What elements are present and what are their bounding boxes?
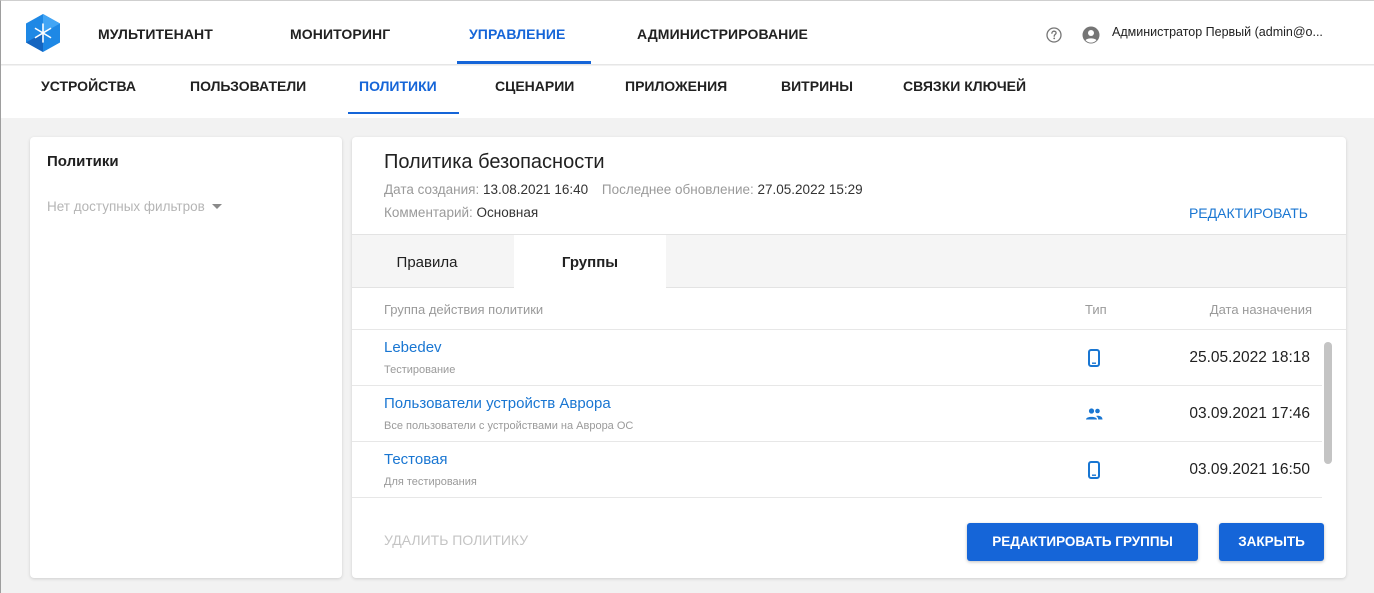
- caret-down-icon: [211, 204, 222, 209]
- comment-value: Основная: [476, 205, 539, 220]
- updated-label: Последнее обновление:: [601, 182, 754, 197]
- subnav-active-indicator: [348, 112, 459, 114]
- filter-panel-title: Политики: [47, 153, 119, 170]
- policy-comment: Комментарий: Основная: [384, 205, 538, 220]
- column-header-assigned-date: Дата назначения: [1209, 302, 1312, 317]
- account-circle-icon[interactable]: [1082, 26, 1100, 44]
- subnav-scenarios[interactable]: СЦЕНАРИИ: [495, 66, 574, 114]
- group-description: Тестирование: [384, 364, 456, 376]
- updated-value: 27.05.2022 15:29: [757, 182, 863, 197]
- policy-details-card: Политика безопасности Дата создания: 13.…: [352, 137, 1346, 578]
- created-label: Дата создания:: [384, 182, 480, 197]
- users-group-icon: [1086, 408, 1103, 420]
- subnav-applications[interactable]: ПРИЛОЖЕНИЯ: [625, 66, 727, 114]
- subnav-devices[interactable]: УСТРОЙСТВА: [41, 66, 136, 114]
- phone-icon: [1088, 461, 1100, 479]
- group-name-link[interactable]: Пользователи устройств Аврора: [384, 395, 611, 412]
- tab-rules[interactable]: Правила: [352, 235, 502, 288]
- group-name-link[interactable]: Lebedev: [384, 339, 442, 356]
- delete-policy-button[interactable]: УДАЛИТЬ ПОЛИТИКУ: [384, 532, 528, 548]
- top-bar: МУЛЬТИТЕНАНТ МОНИТОРИНГ УПРАВЛЕНИЕ АДМИН…: [1, 1, 1374, 65]
- policy-tabs: Правила Группы: [352, 234, 1346, 288]
- topnav-active-indicator: [457, 61, 591, 64]
- assigned-date: 25.05.2022 18:18: [1189, 349, 1310, 366]
- table-row[interactable]: Lebedev Тестирование 25.05.2022 18:18: [352, 331, 1322, 386]
- edit-groups-button[interactable]: РЕДАКТИРОВАТЬ ГРУППЫ: [967, 523, 1198, 561]
- assigned-date: 03.09.2021 17:46: [1189, 405, 1310, 422]
- subnav-policies[interactable]: ПОЛИТИКИ: [359, 66, 437, 114]
- subnav-users[interactable]: ПОЛЬЗОВАТЕЛИ: [190, 66, 306, 114]
- policy-dates: Дата создания: 13.08.2021 16:40 Последне…: [384, 182, 863, 197]
- table-row[interactable]: Пользователи устройств Аврора Все пользо…: [352, 387, 1322, 442]
- topnav-multitenant[interactable]: МУЛЬТИТЕНАНТ: [98, 1, 213, 65]
- groups-table-header: Группа действия политики Тип Дата назнач…: [352, 288, 1346, 330]
- group-description: Для тестирования: [384, 476, 477, 488]
- subnav-showcases[interactable]: ВИТРИНЫ: [781, 66, 853, 114]
- edit-policy-button[interactable]: РЕДАКТИРОВАТЬ: [1189, 205, 1308, 221]
- subnav-keychains[interactable]: СВЯЗКИ КЛЮЧЕЙ: [903, 66, 1026, 114]
- table-row[interactable]: Тестовая Для тестирования 03.09.2021 16:…: [352, 443, 1322, 498]
- comment-label: Комментарий:: [384, 205, 473, 220]
- table-scrollbar-thumb[interactable]: [1324, 342, 1332, 464]
- help-icon[interactable]: [1046, 27, 1062, 43]
- sub-navigation: УСТРОЙСТВА ПОЛЬЗОВАТЕЛИ ПОЛИТИКИ СЦЕНАРИ…: [1, 66, 1374, 118]
- phone-icon: [1088, 349, 1100, 367]
- tab-groups[interactable]: Группы: [514, 235, 666, 288]
- group-description: Все пользователи с устройствами на Аврор…: [384, 420, 634, 432]
- column-header-group: Группа действия политики: [384, 302, 544, 317]
- assigned-date: 03.09.2021 16:50: [1189, 461, 1310, 478]
- policies-filter-panel: Политики Нет доступных фильтров: [30, 137, 342, 578]
- filter-select[interactable]: Нет доступных фильтров: [47, 199, 222, 214]
- created-value: 13.08.2021 16:40: [483, 182, 589, 197]
- topnav-administration[interactable]: АДМИНИСТРИРОВАНИЕ: [637, 1, 808, 65]
- user-name[interactable]: Администратор Первый (admin@o...: [1112, 25, 1323, 39]
- column-header-type: Тип: [1085, 302, 1107, 317]
- close-button[interactable]: ЗАКРЫТЬ: [1219, 523, 1324, 561]
- topnav-monitoring[interactable]: МОНИТОРИНГ: [290, 1, 390, 65]
- topnav-management[interactable]: УПРАВЛЕНИЕ: [469, 1, 565, 65]
- policy-title: Политика безопасности: [384, 151, 605, 173]
- app-logo-icon[interactable]: [23, 13, 63, 53]
- group-name-link[interactable]: Тестовая: [384, 451, 447, 468]
- filter-select-value: Нет доступных фильтров: [47, 199, 205, 214]
